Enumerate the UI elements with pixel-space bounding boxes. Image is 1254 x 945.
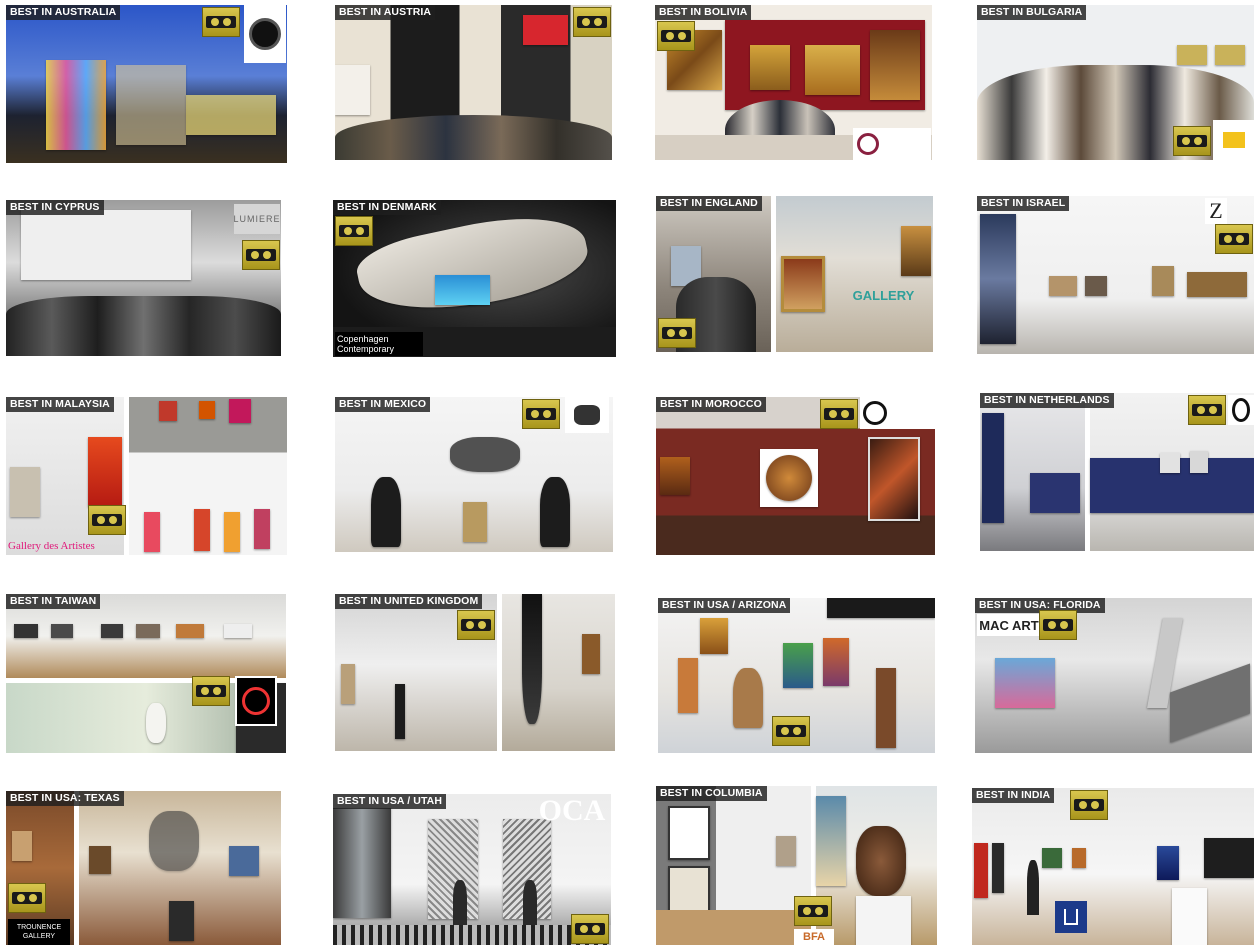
tile-caption: BEST IN INDIA [972, 788, 1055, 803]
tile-bulgaria[interactable]: BEST IN BULGARIA [977, 5, 1254, 160]
tile-caption: BEST IN ISRAEL [977, 196, 1070, 211]
gallery-logo-text: LUMIERE [234, 204, 280, 234]
award-badge-icon [457, 610, 495, 640]
award-badge-icon [192, 676, 230, 706]
tile-mexico[interactable]: BEST IN MEXICO [335, 397, 613, 552]
tile-caption: BEST IN MOROCCO [656, 397, 766, 412]
tile-united-kingdom[interactable]: BEST IN UNITED KINGDOM [335, 594, 615, 751]
tile-austria[interactable]: BEST IN AUSTRIA [335, 5, 612, 160]
award-badge-icon [658, 318, 696, 348]
tile-caption: BEST IN TAIWAN [6, 594, 101, 609]
tile-caption: BEST IN CYPRUS [6, 200, 104, 215]
tile-morocco[interactable]: BEST IN MOROCCO [656, 397, 935, 555]
tile-caption: BEST IN MALAYSIA [6, 397, 114, 412]
gallery-logo-icon [565, 397, 609, 433]
gallery-logo-text: Copenhagen Contemporary [335, 332, 423, 356]
tile-caption: BEST IN USA / UTAH [333, 794, 447, 809]
tile-caption: BEST IN BULGARIA [977, 5, 1087, 20]
tile-caption: BEST IN BOLIVIA [655, 5, 752, 20]
tile-usa-arizona[interactable]: BEST IN USA / ARIZONA [658, 598, 935, 753]
award-badge-icon [1039, 610, 1077, 640]
tile-caption: BEST IN DENMARK [333, 200, 441, 215]
gallery-logo-text: Gallery des Artistes [8, 540, 95, 552]
gallery-logo-icon [244, 5, 286, 63]
tile-caption: BEST IN ENGLAND [656, 196, 762, 211]
award-badge-icon [202, 7, 240, 37]
award-badge-icon [8, 883, 46, 913]
gallery-logo-text: Z [1205, 198, 1227, 224]
tile-cyprus[interactable]: LUMIERE BEST IN CYPRUS [6, 200, 281, 356]
tile-caption: BEST IN COLUMBIA [656, 786, 767, 801]
gallery-logo-icon [860, 397, 935, 429]
award-badge-icon [657, 21, 695, 51]
gallery-logo-icon [235, 676, 277, 726]
tile-england[interactable]: GALLERY BEST IN ENGLAND [656, 196, 933, 352]
award-badge-icon [242, 240, 280, 270]
tile-usa-texas[interactable]: TROUNENCE GALLERY BEST IN USA: TEXAS [6, 791, 281, 945]
gallery-grid: BEST IN AUSTRALIA BEST IN AUSTRIA BEST I… [0, 0, 1254, 945]
tile-caption: BEST IN UNITED KINGDOM [335, 594, 483, 609]
gallery-logo-icon [1213, 120, 1254, 160]
tile-israel[interactable]: Z BEST IN ISRAEL [977, 196, 1254, 354]
tile-denmark[interactable]: Copenhagen Contemporary BEST IN DENMARK [333, 200, 616, 357]
tile-caption: BEST IN AUSTRIA [335, 5, 436, 20]
award-badge-icon [573, 7, 611, 37]
tile-taiwan[interactable]: BEST IN TAIWAN [6, 594, 286, 753]
gallery-logo-icon [1055, 901, 1087, 933]
award-badge-icon [794, 896, 832, 926]
award-badge-icon [1070, 790, 1108, 820]
gallery-logo-text: TROUNENCE GALLERY [8, 919, 70, 945]
tile-netherlands[interactable]: BEST IN NETHERLANDS [980, 393, 1254, 551]
gallery-logo-text: BFA [794, 929, 834, 945]
award-badge-icon [772, 716, 810, 746]
tile-usa-utah[interactable]: OCA BEST IN USA / UTAH [333, 794, 611, 945]
award-badge-icon [88, 505, 126, 535]
tile-caption: BEST IN MEXICO [335, 397, 431, 412]
tile-malaysia[interactable]: Gallery des Artistes BEST IN MALAYSIA [6, 397, 287, 555]
award-badge-icon [820, 399, 858, 429]
gallery-logo-icon [1228, 395, 1254, 425]
gallery-logo-text: OCA [538, 794, 606, 827]
tile-caption: BEST IN USA: TEXAS [6, 791, 124, 806]
tile-caption: BEST IN NETHERLANDS [980, 393, 1114, 408]
award-badge-icon [1215, 224, 1253, 254]
award-badge-icon [335, 216, 373, 246]
tile-india[interactable]: BEST IN INDIA [972, 788, 1254, 945]
gallery-logo-text: GALLERY [852, 287, 915, 303]
tile-australia[interactable]: BEST IN AUSTRALIA [6, 5, 287, 163]
award-badge-icon [522, 399, 560, 429]
tile-caption: BEST IN USA / ARIZONA [658, 598, 791, 613]
gallery-logo-text: MAC ART [977, 614, 1041, 636]
tile-caption: BEST IN AUSTRALIA [6, 5, 121, 20]
tile-usa-florida[interactable]: MAC ART BEST IN USA: FLORIDA [975, 598, 1252, 753]
award-badge-icon [571, 914, 609, 944]
tile-bolivia[interactable]: BEST IN BOLIVIA [655, 5, 932, 160]
award-badge-icon [1173, 126, 1211, 156]
tile-columbia[interactable]: BFA BEST IN COLUMBIA [656, 786, 937, 945]
award-badge-icon [1188, 395, 1226, 425]
gallery-logo-icon [853, 128, 931, 160]
